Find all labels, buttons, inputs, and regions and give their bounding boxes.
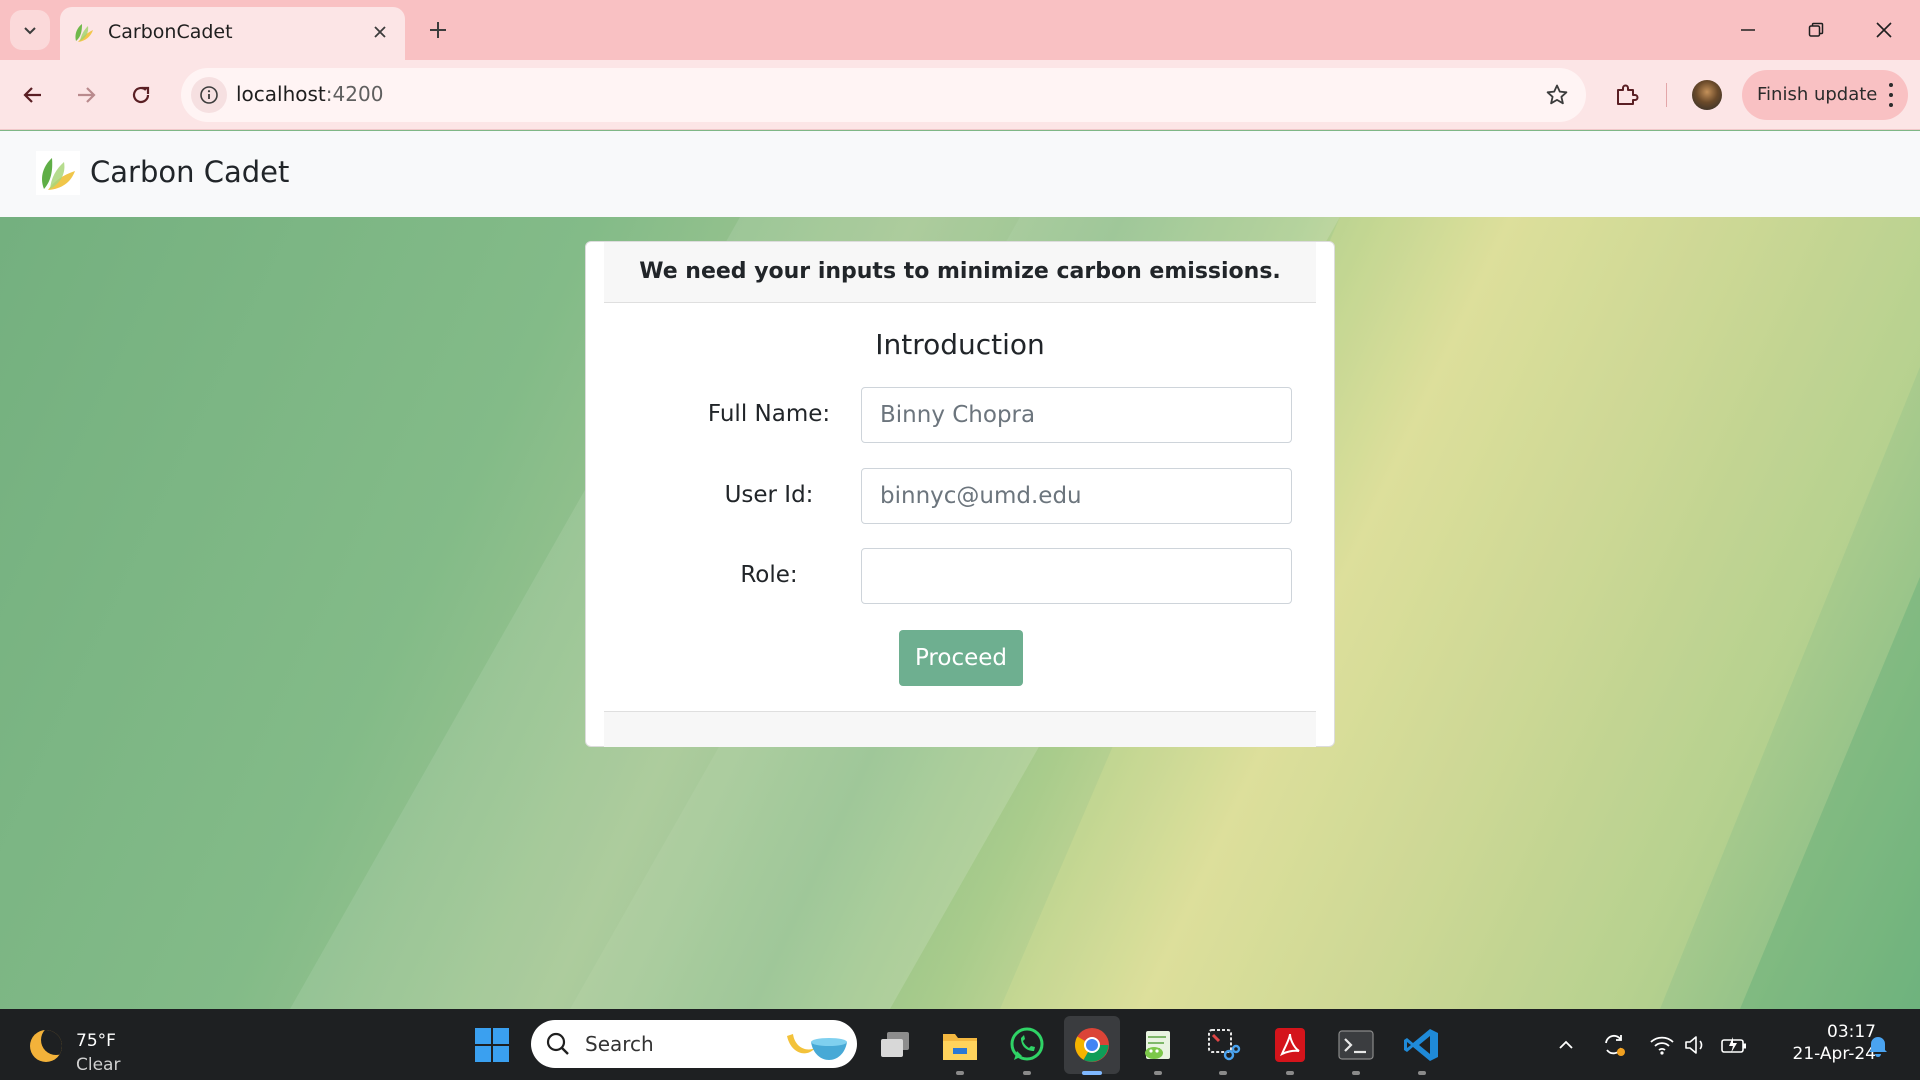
minimize-button[interactable] bbox=[1724, 10, 1772, 50]
new-tab-button[interactable] bbox=[420, 12, 456, 48]
browser-toolbar: localhost:4200 Finish update bbox=[0, 60, 1920, 130]
user-id-label: User Id: bbox=[724, 482, 814, 508]
browser-tab-active[interactable]: CarbonCadet bbox=[60, 7, 405, 60]
full-name-input[interactable] bbox=[861, 387, 1292, 443]
windows-start-icon[interactable] bbox=[470, 1023, 514, 1067]
file-explorer-icon[interactable] bbox=[938, 1023, 982, 1075]
search-label: Search bbox=[585, 1032, 654, 1056]
clock-time: 03:17 bbox=[1827, 1022, 1876, 1042]
clock-date: 21-Apr-24 bbox=[1792, 1044, 1876, 1064]
arrow-left-icon bbox=[23, 87, 41, 103]
moon-icon bbox=[30, 1030, 62, 1062]
taskbar-clock[interactable]: 03:17 21-Apr-24 bbox=[1766, 1021, 1876, 1065]
weather-temp: 75°F bbox=[76, 1031, 116, 1051]
site-info-icon[interactable] bbox=[191, 77, 227, 113]
search-icon bbox=[546, 1032, 569, 1055]
tab-search-button[interactable] bbox=[10, 10, 50, 50]
plus-icon bbox=[430, 22, 446, 38]
notepad-plus-icon[interactable] bbox=[1136, 1023, 1180, 1075]
chrome-icon[interactable] bbox=[1070, 1023, 1114, 1075]
leaf-logo-icon bbox=[36, 151, 80, 195]
url-text: localhost:4200 bbox=[236, 82, 383, 106]
tab-title: CarbonCadet bbox=[108, 21, 233, 43]
card-header: We need your inputs to minimize carbon e… bbox=[604, 242, 1316, 303]
whatsapp-icon[interactable] bbox=[1005, 1023, 1049, 1075]
wifi-icon[interactable] bbox=[1648, 1031, 1676, 1059]
introduction-card: We need your inputs to minimize carbon e… bbox=[585, 241, 1335, 747]
url-port: :4200 bbox=[325, 82, 384, 106]
back-button[interactable] bbox=[14, 76, 52, 114]
role-label: Role: bbox=[740, 562, 798, 588]
volume-icon[interactable] bbox=[1682, 1031, 1710, 1059]
terminal-icon[interactable] bbox=[1334, 1023, 1378, 1075]
taskbar-search[interactable]: Search bbox=[531, 1020, 857, 1068]
browser-tab-strip: CarbonCadet bbox=[0, 0, 1920, 60]
close-window-button[interactable] bbox=[1860, 10, 1908, 50]
profile-avatar[interactable] bbox=[1692, 80, 1722, 110]
proceed-button[interactable]: Proceed bbox=[899, 630, 1023, 686]
reload-button[interactable] bbox=[122, 76, 160, 114]
finish-update-button[interactable]: Finish update bbox=[1742, 70, 1908, 120]
card-footer bbox=[604, 711, 1316, 747]
minimize-icon bbox=[1741, 29, 1755, 31]
task-view-icon[interactable] bbox=[873, 1023, 917, 1067]
vscode-icon[interactable] bbox=[1400, 1023, 1444, 1075]
user-id-input[interactable] bbox=[861, 468, 1292, 524]
weather-widget[interactable]: 75°F Clear bbox=[24, 1019, 134, 1075]
card-title: Introduction bbox=[875, 328, 1045, 361]
url-host: localhost bbox=[236, 82, 326, 106]
snipping-tool-icon[interactable] bbox=[1201, 1023, 1245, 1075]
forward-button[interactable] bbox=[67, 76, 105, 114]
app-title: Carbon Cadet bbox=[90, 155, 290, 189]
windows-taskbar: 75°F Clear Search 03:17 21-Apr-24 bbox=[0, 1009, 1920, 1080]
bookmark-star-icon[interactable] bbox=[1542, 80, 1572, 110]
toolbar-separator bbox=[1666, 83, 1667, 107]
restore-button[interactable] bbox=[1792, 10, 1840, 50]
card-header-text: We need your inputs to minimize carbon e… bbox=[639, 259, 1281, 284]
chevron-down-icon bbox=[24, 27, 36, 35]
notification-bell-icon[interactable] bbox=[1864, 1031, 1892, 1059]
tab-close-icon[interactable] bbox=[367, 19, 393, 45]
weather-condition: Clear bbox=[76, 1055, 121, 1075]
acrobat-icon[interactable] bbox=[1268, 1023, 1312, 1075]
chevron-up-icon[interactable] bbox=[1552, 1031, 1580, 1059]
finish-update-label: Finish update bbox=[1757, 84, 1878, 105]
address-bar[interactable]: localhost:4200 bbox=[181, 68, 1586, 122]
reload-icon bbox=[132, 86, 150, 104]
app-navbar: Carbon Cadet bbox=[0, 131, 1920, 217]
more-menu-icon[interactable] bbox=[1888, 83, 1894, 107]
extensions-button[interactable] bbox=[1608, 76, 1646, 114]
full-name-label: Full Name: bbox=[707, 401, 831, 427]
puzzle-icon bbox=[1617, 84, 1639, 105]
search-highlight-icon bbox=[787, 1034, 847, 1060]
leaf-favicon-icon bbox=[75, 24, 93, 42]
restore-icon bbox=[1808, 22, 1824, 37]
sync-icon[interactable] bbox=[1600, 1031, 1628, 1059]
battery-icon[interactable] bbox=[1720, 1031, 1748, 1059]
close-icon bbox=[1876, 22, 1892, 38]
role-input[interactable] bbox=[861, 548, 1292, 604]
arrow-right-icon bbox=[78, 87, 96, 103]
